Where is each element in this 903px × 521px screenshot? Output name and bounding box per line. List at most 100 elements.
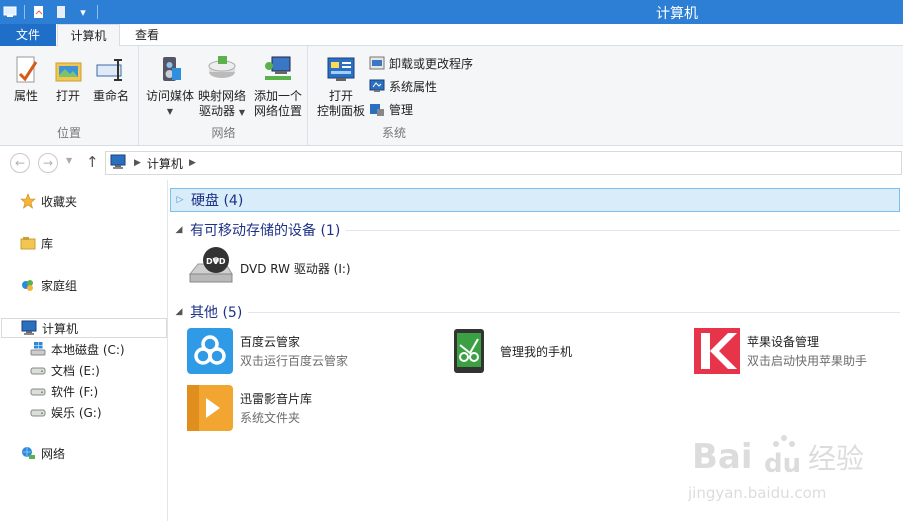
dvd-drive-icon: DVD bbox=[186, 244, 234, 292]
recent-locations-dropdown-icon[interactable]: ▼ bbox=[66, 156, 72, 165]
baidu-cloud-icon bbox=[186, 327, 234, 375]
manage-button[interactable]: 管理 bbox=[369, 99, 413, 119]
network-group: 访问媒体 ▼ 映射网络 驱动器 ▼ 添加一个 网络位置 网络 bbox=[140, 46, 308, 146]
collapse-arrow-icon[interactable]: ◢ bbox=[174, 225, 184, 235]
computer-icon bbox=[21, 320, 37, 336]
control-panel-icon bbox=[325, 54, 357, 86]
ribbon: 属性 打开 重命名 位置 访问媒体 ▼ 映射网络 驱动器 ▼ 添加一个 网络位置… bbox=[0, 46, 903, 146]
network-group-label: 网络 bbox=[211, 126, 236, 140]
group-header-hard-disks[interactable]: ▷ 硬盘 (4) bbox=[170, 188, 900, 212]
nav-drive-e[interactable]: 文档 (E:) bbox=[30, 360, 100, 380]
tab-view[interactable]: 查看 bbox=[122, 24, 172, 46]
kuaiyong-icon bbox=[693, 327, 741, 375]
video-library-icon bbox=[186, 384, 234, 432]
computer-icon[interactable] bbox=[2, 4, 18, 20]
properties-button[interactable]: 属性 bbox=[8, 54, 44, 104]
media-icon bbox=[154, 54, 186, 86]
windows-drive-icon bbox=[30, 341, 46, 357]
properties-icon[interactable] bbox=[31, 4, 47, 20]
map-drive-icon bbox=[206, 54, 238, 86]
qat-separator bbox=[24, 5, 25, 19]
map-network-drive-button[interactable]: 映射网络 驱动器 ▼ bbox=[196, 54, 248, 120]
dropdown-caret-icon: ▼ bbox=[238, 108, 245, 117]
svg-text:经验: 经验 bbox=[808, 442, 864, 475]
open-icon bbox=[52, 54, 84, 86]
dvd-drive-item[interactable]: DVD DVD RW 驱动器 (I:) bbox=[186, 244, 351, 292]
nav-network[interactable]: 网络 bbox=[20, 443, 65, 463]
window-title: 计算机 bbox=[656, 6, 698, 22]
nav-drive-f[interactable]: 软件 (F:) bbox=[30, 381, 98, 401]
nav-drive-g[interactable]: 娱乐 (G:) bbox=[30, 402, 102, 422]
breadcrumb-separator-icon[interactable]: ▶ bbox=[189, 158, 196, 168]
baidu-cloud-name: 百度云管家 bbox=[240, 335, 301, 349]
nav-libraries[interactable]: 库 bbox=[20, 233, 53, 253]
add-network-location-icon bbox=[262, 54, 294, 86]
breadcrumb-separator-icon[interactable]: ▶ bbox=[134, 158, 141, 168]
ribbon-tabs: 文件 计算机 查看 bbox=[0, 24, 903, 47]
xunlei-video-library-name: 迅雷影音片库 bbox=[240, 392, 313, 406]
location-group: 属性 打开 重命名 位置 bbox=[0, 46, 139, 146]
system-group: 打开 控制面板 卸载或更改程序 系统属性 管理 系统 bbox=[309, 46, 479, 146]
properties-icon bbox=[10, 54, 42, 86]
baidu-cloud-item[interactable]: 百度云管家 双击运行百度云管家 bbox=[186, 327, 348, 375]
svg-text:jingyan.baidu.com: jingyan.baidu.com bbox=[688, 484, 826, 502]
nav-homegroup[interactable]: 家庭组 bbox=[20, 275, 77, 295]
address-bar-row: ← → ▼ ↑ ▶ 计算机 ▶ bbox=[0, 150, 903, 176]
phone-manager-icon bbox=[446, 327, 494, 375]
access-media-button[interactable]: 访问媒体 ▼ bbox=[144, 54, 196, 119]
baidu-jingyan-watermark: Bai du 经验 jingyan.baidu.com bbox=[687, 420, 898, 510]
dropdown-caret-icon: ▼ bbox=[166, 107, 174, 116]
nav-favorites[interactable]: 收藏夹 bbox=[20, 191, 77, 211]
tab-computer[interactable]: 计算机 bbox=[57, 24, 120, 47]
svg-text:Bai: Bai bbox=[692, 437, 753, 477]
location-group-label: 位置 bbox=[56, 126, 81, 140]
uninstall-program-button[interactable]: 卸载或更改程序 bbox=[369, 53, 473, 73]
title-bar: ▾ 计算机 bbox=[0, 0, 903, 24]
group-header-removable[interactable]: ◢ 有可移动存储的设备 (1) bbox=[174, 218, 900, 242]
apple-device-manager-name: 苹果设备管理 bbox=[747, 335, 820, 349]
apple-device-manager-item[interactable]: 苹果设备管理 双击启动快用苹果助手 bbox=[693, 327, 867, 375]
manage-phone-item[interactable]: 管理我的手机 bbox=[446, 327, 572, 375]
drive-icon bbox=[30, 383, 46, 399]
rename-button[interactable]: 重命名 bbox=[90, 54, 132, 104]
drive-icon bbox=[30, 362, 46, 378]
arrow-left-icon: ← bbox=[14, 156, 26, 170]
group-header-other[interactable]: ◢ 其他 (5) bbox=[174, 300, 900, 324]
open-control-panel-button[interactable]: 打开 控制面板 bbox=[313, 54, 369, 119]
manage-icon bbox=[369, 101, 385, 117]
computer-icon bbox=[110, 154, 128, 173]
address-bar[interactable]: ▶ 计算机 ▶ bbox=[105, 151, 902, 175]
library-icon bbox=[20, 235, 36, 251]
tab-file[interactable]: 文件 bbox=[0, 24, 56, 46]
open-button[interactable]: 打开 bbox=[50, 54, 86, 104]
qat-separator bbox=[97, 5, 98, 19]
system-properties-button[interactable]: 系统属性 bbox=[369, 76, 437, 96]
homegroup-icon bbox=[20, 277, 36, 293]
breadcrumb-computer[interactable]: 计算机 bbox=[147, 155, 183, 172]
qat-dropdown-icon[interactable]: ▾ bbox=[75, 4, 91, 20]
collapse-arrow-icon[interactable]: ◢ bbox=[174, 307, 184, 317]
system-group-label: 系统 bbox=[381, 126, 406, 140]
manage-phone-name: 管理我的手机 bbox=[500, 344, 573, 359]
dvd-drive-name: DVD RW 驱动器 (I:) bbox=[240, 261, 351, 276]
add-network-location-button[interactable]: 添加一个 网络位置 bbox=[250, 54, 306, 119]
baidu-cloud-desc: 双击运行百度云管家 bbox=[240, 354, 349, 368]
nav-drive-c[interactable]: 本地磁盘 (C:) bbox=[30, 339, 125, 359]
arrow-right-icon: → bbox=[42, 156, 54, 170]
star-icon bbox=[20, 193, 36, 209]
dvd-badge: DVD bbox=[206, 257, 226, 266]
back-button[interactable]: ← bbox=[10, 153, 30, 173]
new-folder-icon[interactable] bbox=[53, 4, 69, 20]
xunlei-video-library-item[interactable]: 迅雷影音片库 系统文件夹 bbox=[186, 384, 312, 432]
rename-icon bbox=[95, 54, 127, 86]
system-properties-icon bbox=[369, 78, 385, 94]
quick-access-toolbar: ▾ bbox=[0, 3, 98, 21]
up-arrow-icon[interactable]: ↑ bbox=[86, 153, 99, 171]
forward-button[interactable]: → bbox=[38, 153, 58, 173]
network-icon bbox=[20, 445, 36, 461]
expand-arrow-icon[interactable]: ▷ bbox=[175, 195, 185, 205]
nav-computer[interactable]: 计算机 bbox=[1, 318, 167, 338]
drive-icon bbox=[30, 404, 46, 420]
uninstall-icon bbox=[369, 55, 385, 71]
group-divider bbox=[346, 229, 900, 231]
